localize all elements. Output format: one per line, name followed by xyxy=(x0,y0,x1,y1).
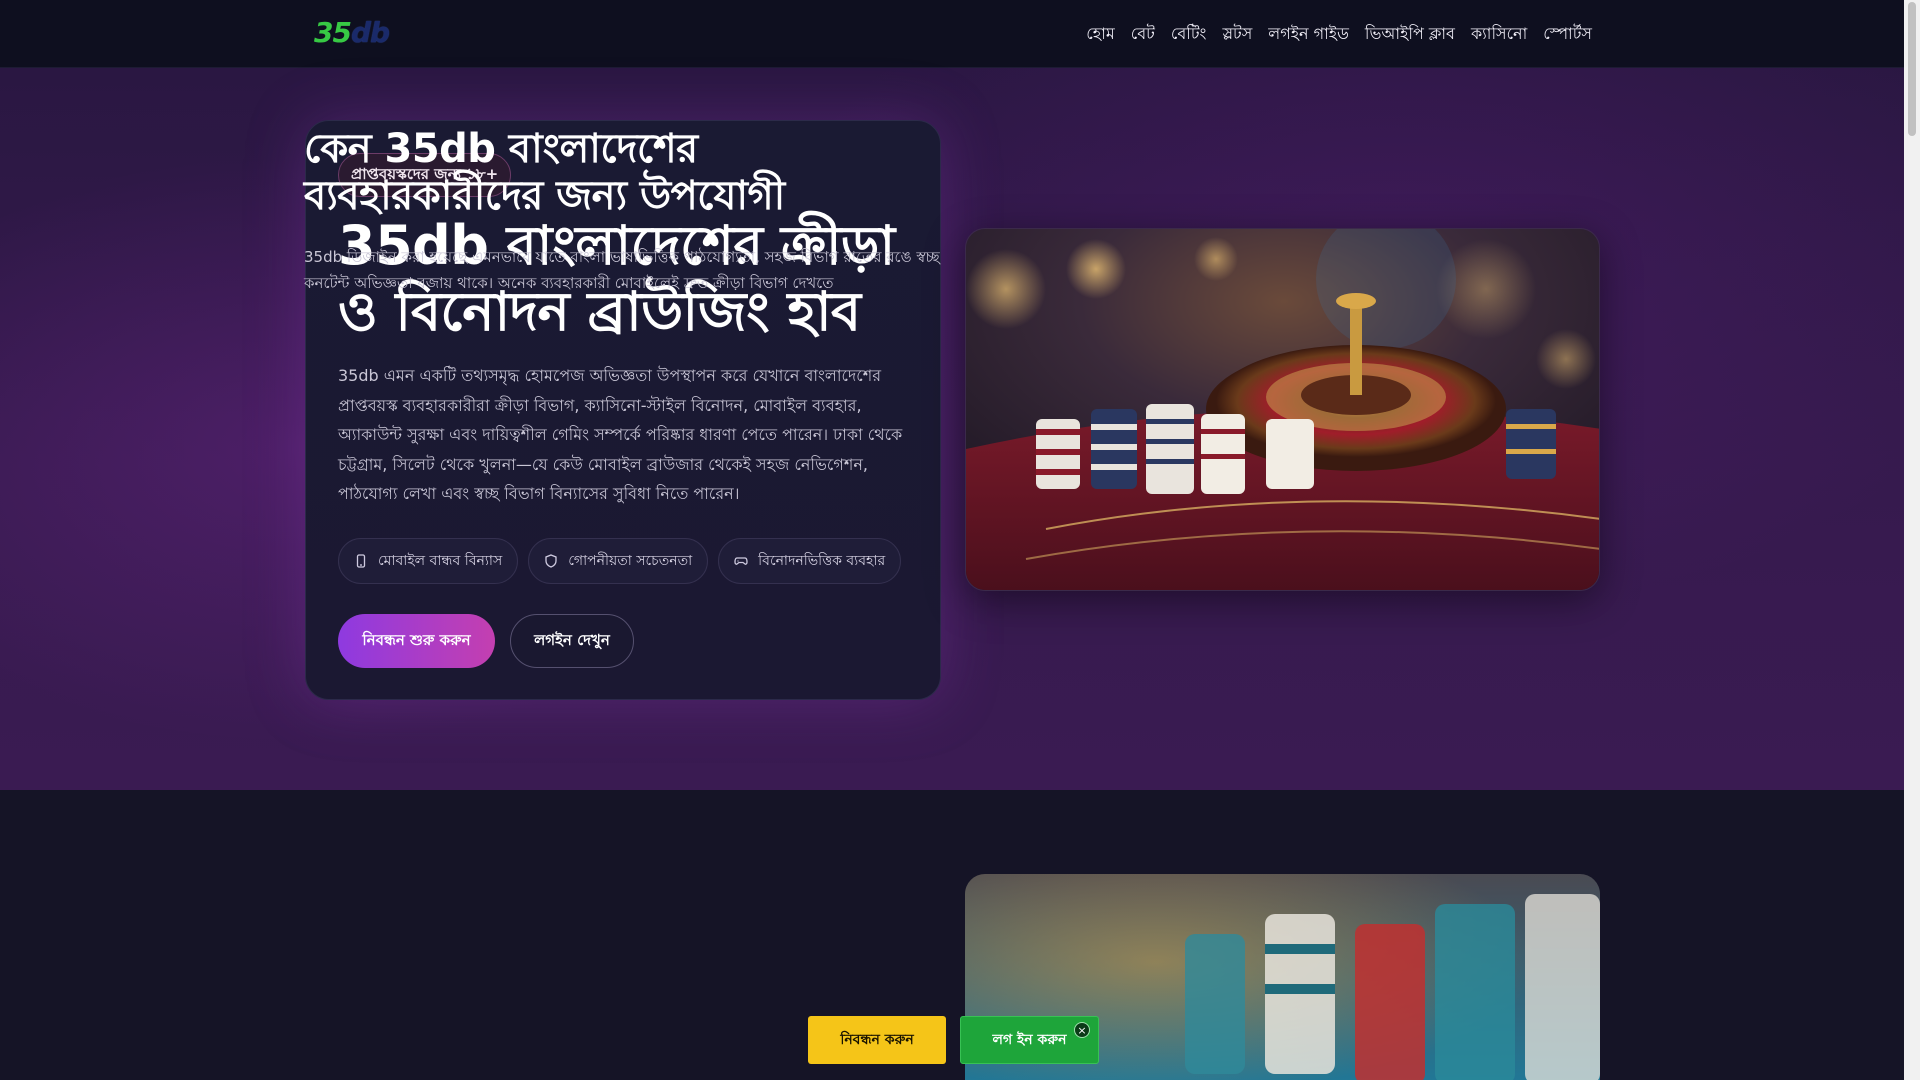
nav-item-sports[interactable]: স্পোর্টস xyxy=(1543,21,1592,48)
why-section xyxy=(0,790,1904,1080)
feature-chip-label: মোবাইল বান্ধব বিন্যাস xyxy=(378,553,503,569)
page-scrollbar[interactable] xyxy=(1904,0,1920,1080)
feature-chips: মোবাইল বান্ধব বিন্যাস গোপনীয়তা সচেতনতা … xyxy=(338,538,902,584)
shield-icon xyxy=(545,554,557,568)
start-registration-button[interactable]: নিবন্ধন শুরু করুন xyxy=(338,614,495,668)
nav-item-home[interactable]: হোম xyxy=(1086,21,1114,48)
site-header: 35 db হোম বেট বেটিং স্লটস লগইন গাইড ভিআই… xyxy=(0,0,1904,68)
gamepad-icon xyxy=(734,557,748,565)
floating-register-button[interactable]: নিবন্ধন করুন xyxy=(808,1016,946,1064)
feature-chip-privacy: গোপনীয়তা সচেতনতা xyxy=(528,538,709,584)
site-logo[interactable]: 35 db xyxy=(314,16,390,49)
scrollbar-thumb[interactable] xyxy=(1908,2,1916,136)
nav-item-login-guide[interactable]: লগইন গাইড xyxy=(1268,21,1349,48)
logo-part-text: db xyxy=(350,16,390,49)
hero-section: প্রাপ্তবয়স্কদের জন্য ১৮+ 35db বাংলাদেশে… xyxy=(0,68,1904,790)
hero-description: 35db এমন একটি তথ্যসমৃদ্ধ হোমপেজ অভিজ্ঞতা… xyxy=(338,366,903,503)
feature-chip-entertainment: বিনোদনভিত্তিক ব্যবহার xyxy=(718,538,902,584)
why-section-title: কেন 35db বাংলাদেশের ব্যবহারকারীদের জন্য … xyxy=(304,126,785,219)
close-icon[interactable]: × xyxy=(1074,1022,1090,1038)
view-login-button[interactable]: লগইন দেখুন xyxy=(510,614,634,668)
nav-item-bet[interactable]: বেট xyxy=(1131,21,1155,48)
why-section-description: 35db ডিজাইন করা হয়েছে এমনভাবে যাতে বাংল… xyxy=(304,248,940,292)
nav-item-vip-club[interactable]: ভিআইপি ক্লাব xyxy=(1365,21,1455,48)
nav-item-betting[interactable]: বেটিং xyxy=(1171,21,1207,48)
logo-part-number: 35 xyxy=(314,16,352,49)
main-nav: হোম বেট বেটিং স্লটস লগইন গাইড ভিআইপি ক্ল… xyxy=(1086,0,1592,68)
feature-chip-mobile: মোবাইল বান্ধব বিন্যাস xyxy=(338,538,519,584)
feature-chip-label: বিনোদনভিত্তিক ব্যবহার xyxy=(758,553,886,569)
nav-item-casino[interactable]: ক্যাসিনো xyxy=(1471,21,1527,48)
nav-item-slots[interactable]: স্লটস xyxy=(1222,21,1252,48)
phone-icon xyxy=(356,554,366,568)
roulette-image xyxy=(965,228,1600,591)
feature-chip-label: গোপনীয়তা সচেতনতা xyxy=(568,553,693,569)
